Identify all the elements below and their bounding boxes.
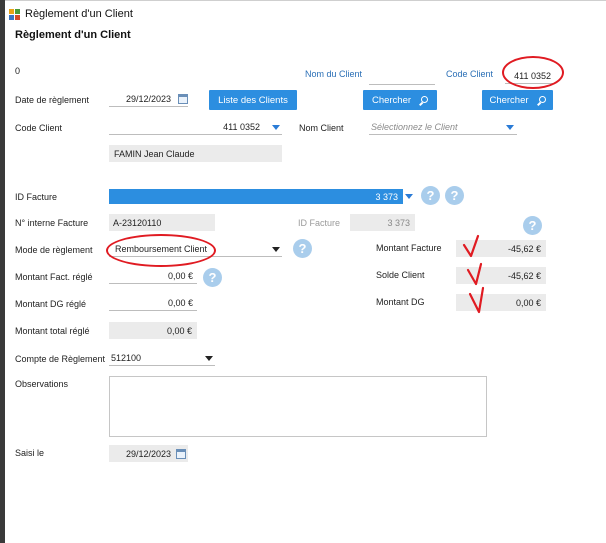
search-button-code[interactable]: Chercher (482, 90, 553, 110)
montant-total-regle-field: 0,00 € (109, 322, 197, 339)
mode-reglement-label: Mode de règlement (15, 245, 93, 255)
chevron-down-icon (506, 124, 514, 130)
saisi-le-label: Saisi le (15, 448, 45, 458)
date-reglement-value: 29/12/2023 (126, 94, 172, 104)
montant-facture-label: Montant Facture (376, 243, 442, 253)
n-interne-facture-field: A-23120110 (109, 214, 215, 231)
code-client-label: Code Client (15, 123, 63, 133)
id-facture-secondary-label: ID Facture (298, 218, 341, 228)
nom-client-placeholder: Sélectionnez le Client (371, 122, 458, 132)
id-facture-secondary-field: 3 373 (350, 214, 415, 231)
n-interne-facture-label: N° interne Facture (15, 218, 89, 228)
magnifier-icon (536, 95, 546, 106)
compte-reglement-value: 512100 (111, 353, 142, 363)
nom-client-label: Nom Client (299, 123, 344, 133)
red-annotation-circle (106, 234, 216, 267)
montant-fact-regle-input[interactable]: 0,00 € (109, 269, 197, 284)
help-icon[interactable]: ? (421, 186, 440, 205)
chevron-down-icon (272, 246, 280, 252)
montant-total-regle-label: Montant total réglé (15, 326, 90, 336)
ledger-app-icon (9, 8, 21, 20)
help-icon[interactable]: ? (293, 239, 312, 258)
id-facture-value: 3 373 (375, 191, 398, 202)
code-client-value: 411 0352 (223, 122, 260, 132)
help-icon[interactable]: ? (203, 268, 222, 287)
window-titlebar: Règlement d'un Client (9, 6, 133, 22)
montant-dg-label: Montant DG (376, 297, 425, 307)
nom-client-select[interactable]: Sélectionnez le Client (369, 120, 517, 135)
code-client-select[interactable]: 411 0352 (109, 120, 282, 135)
calendar-icon[interactable] (178, 94, 188, 104)
date-reglement-field[interactable]: 29/12/2023 (109, 92, 188, 107)
chevron-down-icon (405, 194, 413, 199)
id-facture-select[interactable]: 3 373 (109, 189, 403, 204)
code-client-search-label: Code Client (446, 69, 494, 79)
window-top-border (5, 0, 606, 1)
record-count: 0 (15, 66, 21, 76)
observations-textarea[interactable] (109, 376, 487, 437)
solde-client-label: Solde Client (376, 270, 425, 280)
magnifier-icon (419, 95, 429, 106)
id-facture-label: ID Facture (15, 192, 58, 202)
id-facture-dropdown[interactable] (403, 189, 415, 204)
compte-reglement-select[interactable]: 512100 (109, 351, 215, 366)
red-checkmarks (462, 234, 485, 314)
chevron-down-icon (205, 355, 213, 361)
compte-reglement-label: Compte de Règlement (15, 354, 106, 364)
montant-dg-regle-label: Montant DG réglé (15, 299, 87, 309)
nom-du-client-input[interactable] (369, 70, 435, 85)
red-annotation-circle (502, 56, 564, 89)
search-button-name[interactable]: Chercher (363, 90, 437, 110)
nom-du-client-label: Nom du Client (305, 69, 363, 79)
saisi-le-field: 29/12/2023 (109, 445, 188, 462)
observations-label: Observations (15, 379, 69, 389)
client-name-display: FAMIN Jean Claude (109, 145, 282, 162)
window-left-border (0, 0, 5, 543)
chevron-down-icon (272, 124, 280, 130)
liste-des-clients-button[interactable]: Liste des Clients (209, 90, 297, 110)
montant-dg-regle-input[interactable]: 0,00 € (109, 296, 197, 311)
montant-fact-regle-label: Montant Fact. réglé (15, 272, 93, 282)
calendar-icon[interactable] (176, 448, 186, 459)
window-title: Règlement d'un Client (25, 8, 133, 20)
page-title: Règlement d'un Client (15, 29, 131, 41)
help-icon[interactable]: ? (445, 186, 464, 205)
date-reglement-label: Date de règlement (15, 95, 90, 105)
help-icon[interactable]: ? (523, 216, 542, 235)
